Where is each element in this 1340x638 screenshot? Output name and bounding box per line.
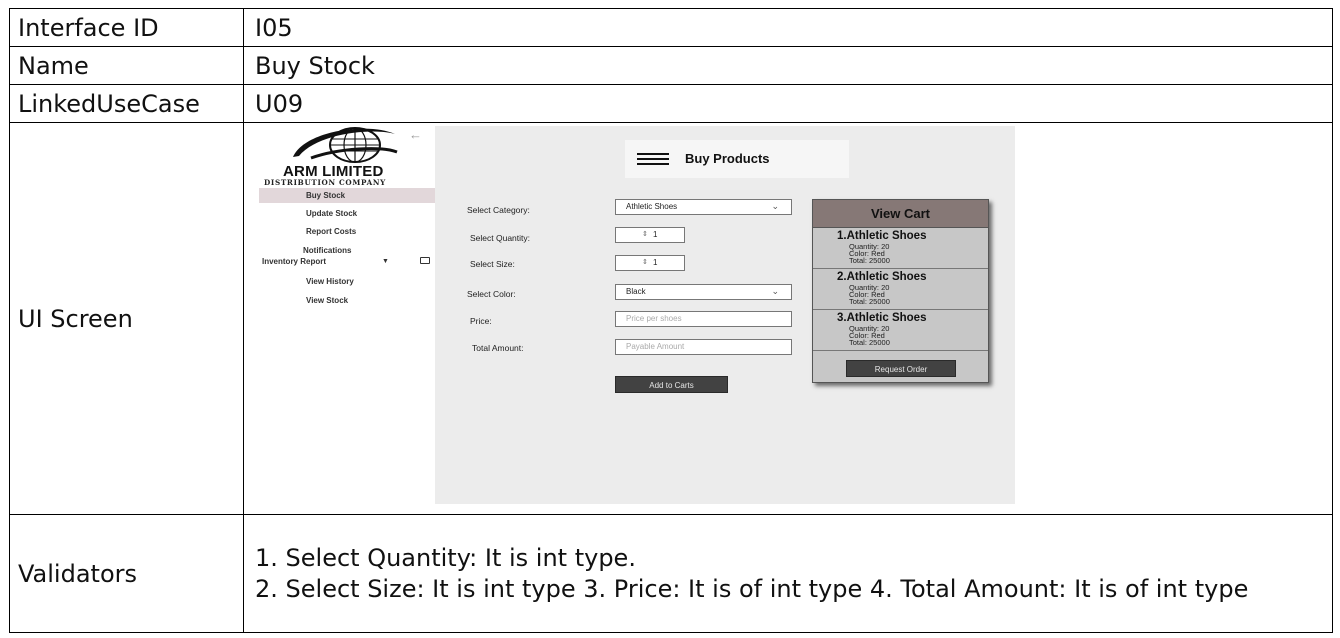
cart-item-total: Total: 25000 [849,297,890,306]
globe-logo-icon [293,127,398,163]
request-order-button[interactable]: Request Order [846,360,956,377]
total-amount-placeholder: Payable Amount [626,342,685,351]
color-select-value: Black [626,287,646,296]
add-to-cart-button[interactable]: Add to Carts [615,376,728,393]
category-label: Select Category: [467,205,530,215]
price-input[interactable]: Price per shoes [615,311,792,327]
quantity-value: 1 [653,230,658,239]
sidebar-item-report-costs[interactable]: Report Costs [259,224,435,239]
interface-spec-table: Interface ID I05 Name Buy Stock LinkedUs… [9,8,1333,633]
brand-logo: ← ARM LIMITED DISTRIBUTION COMPANY [259,126,435,188]
cart-item-name: 2.Athletic Shoes [837,271,927,283]
size-label: Select Size: [470,259,515,269]
spinner-arrows-icon[interactable]: ⇕ [642,228,648,242]
page-title: Buy Products [685,151,770,166]
spec-value-validators: 1. Select Quantity: It is int type. 2. S… [243,514,1333,633]
cart-item-name: 3.Athletic Shoes [837,312,927,324]
sidebar-item-label: Update Stock [306,209,358,218]
spec-row-name: Name Buy Stock [9,46,1333,85]
sidebar-item-label: View History [306,277,354,286]
validator-line: 1. Select Quantity: It is int type. [255,543,636,572]
spec-value: U09 [243,84,1333,123]
price-label: Price: [470,316,492,326]
spec-key: UI Screen [9,122,244,515]
sidebar-item-view-history[interactable]: View History [259,274,435,289]
cart-item-total: Total: 25000 [849,338,890,347]
spec-row-ui-screen: UI Screen ← ARM LIMITED DISTRIBUTION COM… [9,122,1333,515]
page-header: Buy Products [625,140,849,178]
color-select[interactable]: Black ⌄ [615,284,792,300]
spec-key: Interface ID [9,8,244,47]
sidebar-item-label: Report Costs [306,227,357,236]
quantity-label: Select Quantity: [470,233,531,243]
spec-key: LinkedUseCase [9,84,244,123]
spec-key: Validators [9,514,244,633]
spec-row-interface-id: Interface ID I05 [9,8,1333,47]
quantity-stepper[interactable]: ⇕ 1 [615,227,685,243]
sidebar-item-label: Inventory Report [262,257,327,266]
chevron-down-icon: ⌄ [771,286,779,296]
cart-item: 2.Athletic Shoes Quantity: 20 Color: Red… [813,270,988,310]
category-select[interactable]: Athletic Shoes ⌄ [615,199,792,215]
caret-down-icon: ▼ [382,258,389,265]
ui-screenshot: ← ARM LIMITED DISTRIBUTION COMPANY Buy S… [259,126,1015,504]
report-icon [420,257,430,264]
validator-line: 2. Select Size: It is int type 3. Price:… [255,574,1249,603]
arrow-left-icon[interactable]: ← [409,128,422,141]
cart-item-total: Total: 25000 [849,256,890,265]
sidebar-item-inventory-report[interactable]: Inventory Report ▼ [259,254,435,269]
sidebar-item-label: Buy Stock [306,191,346,200]
size-value: 1 [653,258,658,267]
sidebar: ← ARM LIMITED DISTRIBUTION COMPANY Buy S… [259,126,435,504]
total-amount-label: Total Amount: [472,343,524,353]
chevron-down-icon: ⌄ [771,201,779,211]
sidebar-item-view-stock[interactable]: View Stock [259,293,435,308]
spec-value-screenshot: ← ARM LIMITED DISTRIBUTION COMPANY Buy S… [243,122,1333,515]
color-label: Select Color: [467,289,516,299]
hamburger-menu-icon[interactable] [637,153,669,165]
cart-item: 3.Athletic Shoes Quantity: 20 Color: Red… [813,311,988,351]
brand-subtitle: DISTRIBUTION COMPANY [264,178,386,187]
brand-name: ARM LIMITED [283,163,384,180]
spec-value: I05 [243,8,1333,47]
spec-value: Buy Stock [243,46,1333,85]
cart-title: View Cart [813,200,988,228]
spec-key: Name [9,46,244,85]
cart-panel: View Cart 1.Athletic Shoes Quantity: 20 … [812,199,989,383]
sidebar-item-buy-stock[interactable]: Buy Stock [259,188,435,203]
spec-row-validators: Validators 1. Select Quantity: It is int… [9,514,1333,633]
size-stepper[interactable]: ⇕ 1 [615,255,685,271]
price-placeholder: Price per shoes [626,314,682,323]
sidebar-item-label: View Stock [306,296,349,305]
category-select-value: Athletic Shoes [626,202,678,211]
spinner-arrows-icon[interactable]: ⇕ [642,256,648,270]
spec-row-linked-use-case: LinkedUseCase U09 [9,84,1333,123]
sidebar-item-update-stock[interactable]: Update Stock [259,206,435,221]
cart-item: 1.Athletic Shoes Quantity: 20 Color: Red… [813,229,988,269]
cart-item-name: 1.Athletic Shoes [837,230,927,242]
total-amount-input[interactable]: Payable Amount [615,339,792,355]
